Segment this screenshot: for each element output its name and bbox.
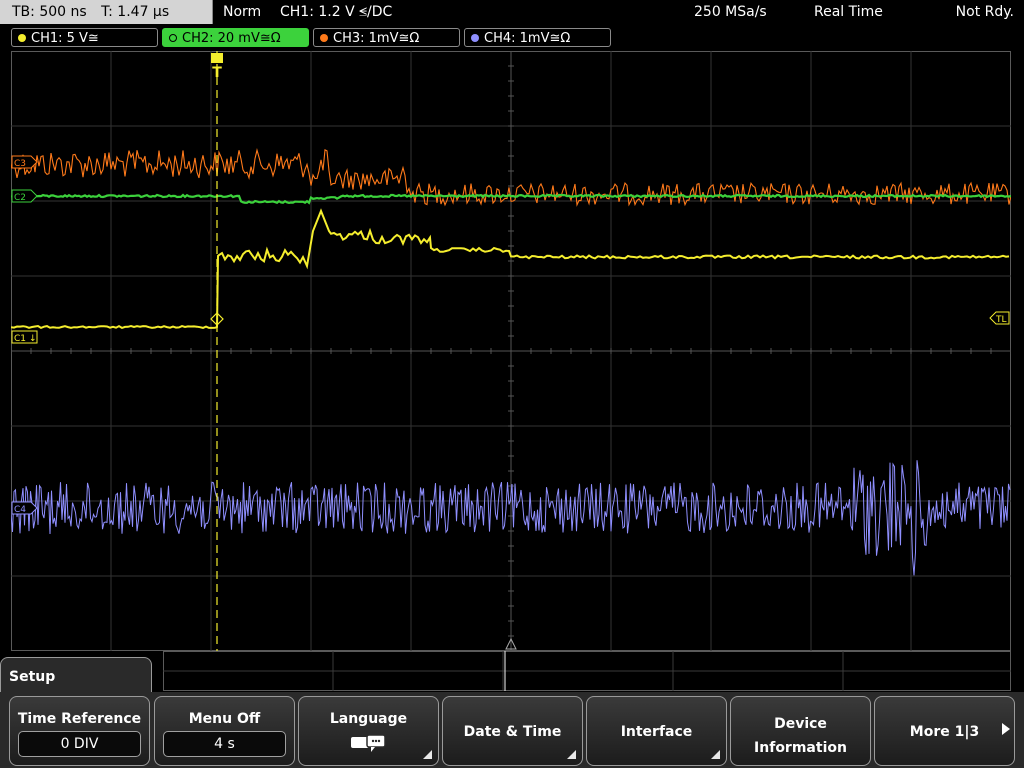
channel-tab-ch3[interactable]: CH3: 1mV≅Ω (313, 28, 460, 47)
menu-off-button[interactable]: Menu Off 4 s (154, 696, 295, 766)
overview-strip (163, 651, 1011, 691)
status-bar: TB: 500 ns T: 1.47 µs Norm CH1: 1.2 V ⪬/… (0, 0, 1024, 24)
trigger-position-label: T (212, 65, 222, 81)
menu-title: Setup (9, 669, 56, 685)
date-time-label: Date & Time (463, 724, 562, 740)
next-page-icon (1002, 723, 1010, 735)
timebase-readout[interactable]: TB: 500 ns T: 1.47 µs (0, 0, 213, 24)
sample-rate: 250 MSa/s (694, 4, 767, 20)
ch4-color-dot (471, 34, 479, 42)
ch2-color-dot (169, 34, 177, 42)
ch2-label: CH2: 20 mV≅Ω (182, 31, 281, 46)
submenu-indicator-icon (423, 750, 432, 759)
device-information-line2: Information (754, 740, 847, 756)
ch4-marker-label: C4 (14, 505, 26, 515)
menu-off-label: Menu Off (188, 711, 261, 727)
language-button[interactable]: Language (298, 696, 439, 766)
svg-text:↓: ↓ (29, 334, 37, 344)
time-reference-label: Time Reference (17, 711, 142, 727)
device-information-label: Device Information (731, 712, 870, 760)
ch4-label: CH4: 1mV≅Ω (484, 31, 571, 46)
acquisition-mode[interactable]: Real Time (814, 0, 883, 24)
ch2-marker-label: C2 (14, 193, 26, 203)
menu-off-value: 4 s (163, 731, 286, 757)
ch1-label: CH1: 5 V≅ (31, 31, 99, 46)
speech-bubbles-icon (350, 734, 386, 752)
more-label: More 1|3 (909, 724, 980, 740)
trigger-level-label: TL (995, 315, 1007, 325)
trigger-time-value: T: 1.47 µs (101, 4, 170, 20)
time-reference-button[interactable]: Time Reference 0 DIV (9, 696, 150, 766)
acquisition-status: Not Rdy. (955, 4, 1014, 20)
channel-tab-ch1[interactable]: CH1: 5 V≅ (11, 28, 158, 47)
timebase-value: TB: 500 ns (12, 4, 87, 20)
submenu-indicator-icon (711, 750, 720, 759)
channel-tab-ch4[interactable]: CH4: 1mV≅Ω (464, 28, 611, 47)
time-reference-value: 0 DIV (18, 731, 141, 757)
interface-button[interactable]: Interface (586, 696, 727, 766)
device-information-button[interactable]: Device Information (730, 696, 871, 766)
device-information-line1: Device (774, 716, 827, 732)
trigger-info[interactable]: CH1: 1.2 V ⪬/DC (280, 0, 392, 24)
submenu-indicator-icon (567, 750, 576, 759)
more-button[interactable]: More 1|3 (874, 696, 1015, 766)
ch1-level-marker[interactable]: C1 ↓ (11, 330, 38, 344)
waveform-display[interactable]: T C3 C2 C1 ↓ C4 TL (11, 51, 1011, 651)
interface-label: Interface (620, 724, 693, 740)
date-time-button[interactable]: Date & Time (442, 696, 583, 766)
trigger-mode[interactable]: Norm (223, 0, 261, 24)
language-label: Language (329, 711, 408, 727)
ch1-color-dot (18, 34, 26, 42)
ch1-marker-label: C1 (14, 334, 26, 344)
channel-tab-ch2[interactable]: CH2: 20 mV≅Ω (162, 28, 309, 47)
ch3-color-dot (320, 34, 328, 42)
ch3-marker-label: C3 (14, 159, 26, 169)
ch3-label: CH3: 1mV≅Ω (333, 31, 420, 46)
